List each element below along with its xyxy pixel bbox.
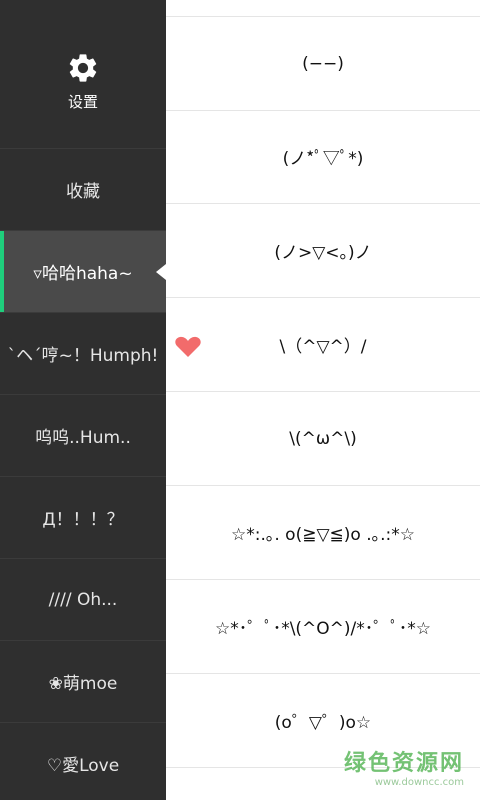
settings-label: 设置 — [67, 92, 98, 111]
category-favorites[interactable]: 收藏 — [0, 148, 166, 230]
category-oh[interactable]: //// Oh... — [0, 558, 166, 640]
emoticon-text: (o゜▽゜)o☆ — [274, 713, 372, 733]
category-label: ♡愛Love — [46, 756, 120, 776]
watermark-url: www.downcc.com — [374, 777, 464, 788]
category-hum[interactable]: 呜呜..Hum.. — [0, 394, 166, 476]
category-list: 收藏 ▿哈哈haha~ `ヘ´哼~！Humph! 呜呜..Hum.. Д！！！？… — [0, 148, 166, 804]
category-label: 呜呜..Hum.. — [35, 428, 131, 448]
category-label: ▿哈哈haha~ — [33, 264, 133, 284]
category-surprise[interactable]: Д！！！？ — [0, 476, 166, 558]
emoticon-text: (ノ>▽<。)ノ — [274, 243, 372, 263]
category-label: ❀萌moe — [48, 674, 118, 694]
emoticon-row[interactable]: \(^ω^\) — [166, 392, 480, 486]
sidebar: 设置 收藏 ▿哈哈haha~ `ヘ´哼~！Humph! 呜呜..Hum.. Д！… — [0, 0, 166, 800]
emoticon-text: ☆*･゜ﾟ･*\(^O^)/*･゜ﾟ･*☆ — [214, 619, 432, 639]
category-label: `ヘ´哼~！Humph! — [7, 346, 159, 366]
category-haha[interactable]: ▿哈哈haha~ — [0, 230, 166, 312]
emoticon-text: (−−) — [302, 53, 344, 74]
emoticon-row[interactable]: (ノ>▽<。)ノ — [166, 204, 480, 298]
category-label: Д！！！？ — [42, 510, 124, 530]
emoticon-row[interactable]: ☆*･゜ﾟ･*\(^O^)/*･゜ﾟ･*☆ — [166, 580, 480, 674]
selection-pointer — [156, 264, 166, 280]
heart-icon[interactable] — [175, 336, 201, 358]
emoticon-text: ☆*:.｡. o(≧▽≦)o .｡.:*☆ — [231, 525, 415, 545]
emoticon-list[interactable]: (−−) (ノ*ﾟ▽ﾟ*) (ノ>▽<。)ノ \（^▽^）/ \(^ω^\) ☆… — [166, 0, 480, 800]
emoticon-text: \（^▽^）/ — [279, 337, 367, 357]
gear-icon — [69, 53, 97, 82]
category-love[interactable]: ♡愛Love — [0, 722, 166, 804]
emoticon-text: \(^ω^\) — [289, 428, 357, 449]
watermark-title: 绿色资源网 — [343, 751, 464, 776]
emoticon-text: (ノ*ﾟ▽ﾟ*) — [282, 149, 364, 169]
category-humph[interactable]: `ヘ´哼~！Humph! — [0, 312, 166, 394]
category-label: 收藏 — [66, 182, 100, 202]
watermark: 绿色资源网 www.downcc.com — [344, 745, 464, 788]
emoticon-row-favorite[interactable]: \（^▽^）/ — [166, 298, 480, 392]
category-label: //// Oh... — [48, 589, 118, 610]
emoticon-row[interactable]: ☆*:.｡. o(≧▽≦)o .｡.:*☆ — [166, 486, 480, 580]
emoticon-row[interactable]: (ノ*ﾟ▽ﾟ*) — [166, 110, 480, 204]
settings-button[interactable]: 设置 — [0, 0, 166, 148]
emoticon-row[interactable]: (−−) — [166, 16, 480, 111]
category-moe[interactable]: ❀萌moe — [0, 640, 166, 722]
